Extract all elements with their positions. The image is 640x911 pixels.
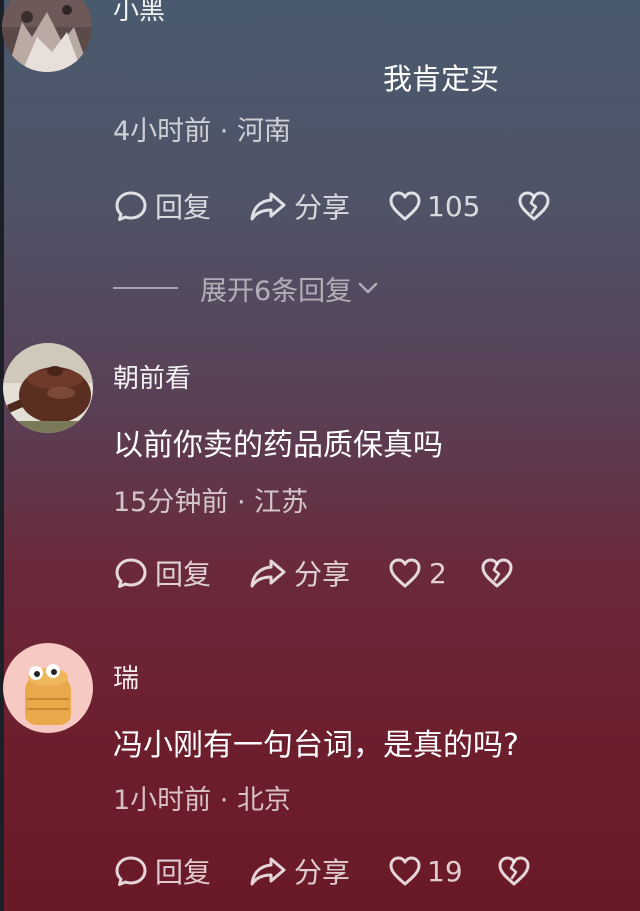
like-button[interactable]: 2 bbox=[387, 553, 447, 593]
avatar[interactable] bbox=[2, 0, 92, 72]
comment-time: 1小时前 bbox=[113, 785, 212, 816]
reply-bubble-icon bbox=[115, 558, 147, 588]
share-button[interactable]: 分享 bbox=[248, 851, 350, 891]
like-count: 105 bbox=[427, 189, 481, 223]
dislike-button[interactable] bbox=[516, 186, 552, 226]
share-label: 分享 bbox=[294, 856, 351, 889]
share-arrow-icon bbox=[250, 559, 286, 588]
reply-button[interactable]: 回复 bbox=[113, 851, 211, 891]
reply-button[interactable]: 回复 bbox=[113, 553, 211, 593]
share-label: 分享 bbox=[294, 558, 351, 591]
chevron-down-icon bbox=[358, 282, 378, 294]
screen-left-edge bbox=[0, 0, 4, 911]
comment-location: 北京 bbox=[236, 785, 291, 816]
heart-outline-icon bbox=[389, 856, 421, 886]
comment-meta: 4小时前 · 河南 bbox=[113, 109, 291, 148]
share-label: 分享 bbox=[294, 191, 351, 224]
divider-line bbox=[113, 287, 178, 289]
comment-actions: 回复 分享 105 bbox=[113, 186, 633, 226]
share-button[interactable]: 分享 bbox=[248, 186, 350, 226]
comment-meta: 1小时前 · 北京 bbox=[113, 778, 291, 817]
heart-outline-icon bbox=[389, 558, 421, 588]
comment-text: 冯小刚有一句台词，是真的吗? bbox=[113, 728, 519, 763]
comment-time: 4小时前 bbox=[113, 116, 212, 147]
comment-username[interactable]: 朝前看 bbox=[113, 358, 191, 395]
reply-label: 回复 bbox=[155, 191, 212, 224]
reply-button[interactable]: 回复 bbox=[113, 186, 211, 226]
reply-label: 回复 bbox=[155, 856, 212, 889]
like-button[interactable]: 105 bbox=[387, 186, 480, 226]
meta-separator: · bbox=[211, 785, 237, 816]
comment-location: 河南 bbox=[236, 116, 291, 147]
like-count: 19 bbox=[427, 854, 463, 888]
heart-outline-icon bbox=[389, 191, 421, 221]
broken-heart-icon bbox=[481, 558, 513, 588]
reply-label: 回复 bbox=[155, 558, 212, 591]
reply-bubble-icon bbox=[115, 856, 147, 886]
broken-heart-icon bbox=[518, 191, 550, 221]
comment-actions: 回复 分享 2 bbox=[113, 553, 633, 593]
avatar[interactable] bbox=[3, 343, 93, 433]
share-arrow-icon bbox=[250, 192, 286, 221]
expand-replies-button[interactable]: 展开6条回复 bbox=[200, 269, 380, 308]
expand-replies-label: 展开6条回复 bbox=[200, 275, 353, 307]
comment-actions: 回复 分享 19 bbox=[113, 851, 633, 891]
comment-location: 江苏 bbox=[254, 487, 309, 518]
expand-replies-row: 展开6条回复 bbox=[113, 268, 380, 308]
comment-text: 我肯定买 bbox=[383, 62, 500, 96]
broken-heart-icon bbox=[498, 856, 530, 886]
comment-time: 15分钟前 bbox=[113, 487, 229, 518]
meta-separator: · bbox=[228, 487, 255, 518]
comment-username[interactable]: 小黑 bbox=[113, 0, 165, 27]
like-button[interactable]: 19 bbox=[387, 851, 463, 891]
share-button[interactable]: 分享 bbox=[248, 553, 350, 593]
dislike-button[interactable] bbox=[479, 553, 515, 593]
reply-bubble-icon bbox=[115, 191, 147, 221]
meta-separator: · bbox=[211, 116, 237, 147]
comment-text: 以前你卖的药品质保真吗 bbox=[113, 428, 443, 463]
share-arrow-icon bbox=[250, 857, 286, 886]
avatar[interactable] bbox=[3, 643, 93, 733]
comment-username[interactable]: 瑞 bbox=[113, 658, 139, 695]
like-count: 2 bbox=[429, 556, 447, 590]
dislike-button[interactable] bbox=[496, 851, 532, 891]
comment-meta: 15分钟前 · 江苏 bbox=[113, 480, 308, 519]
